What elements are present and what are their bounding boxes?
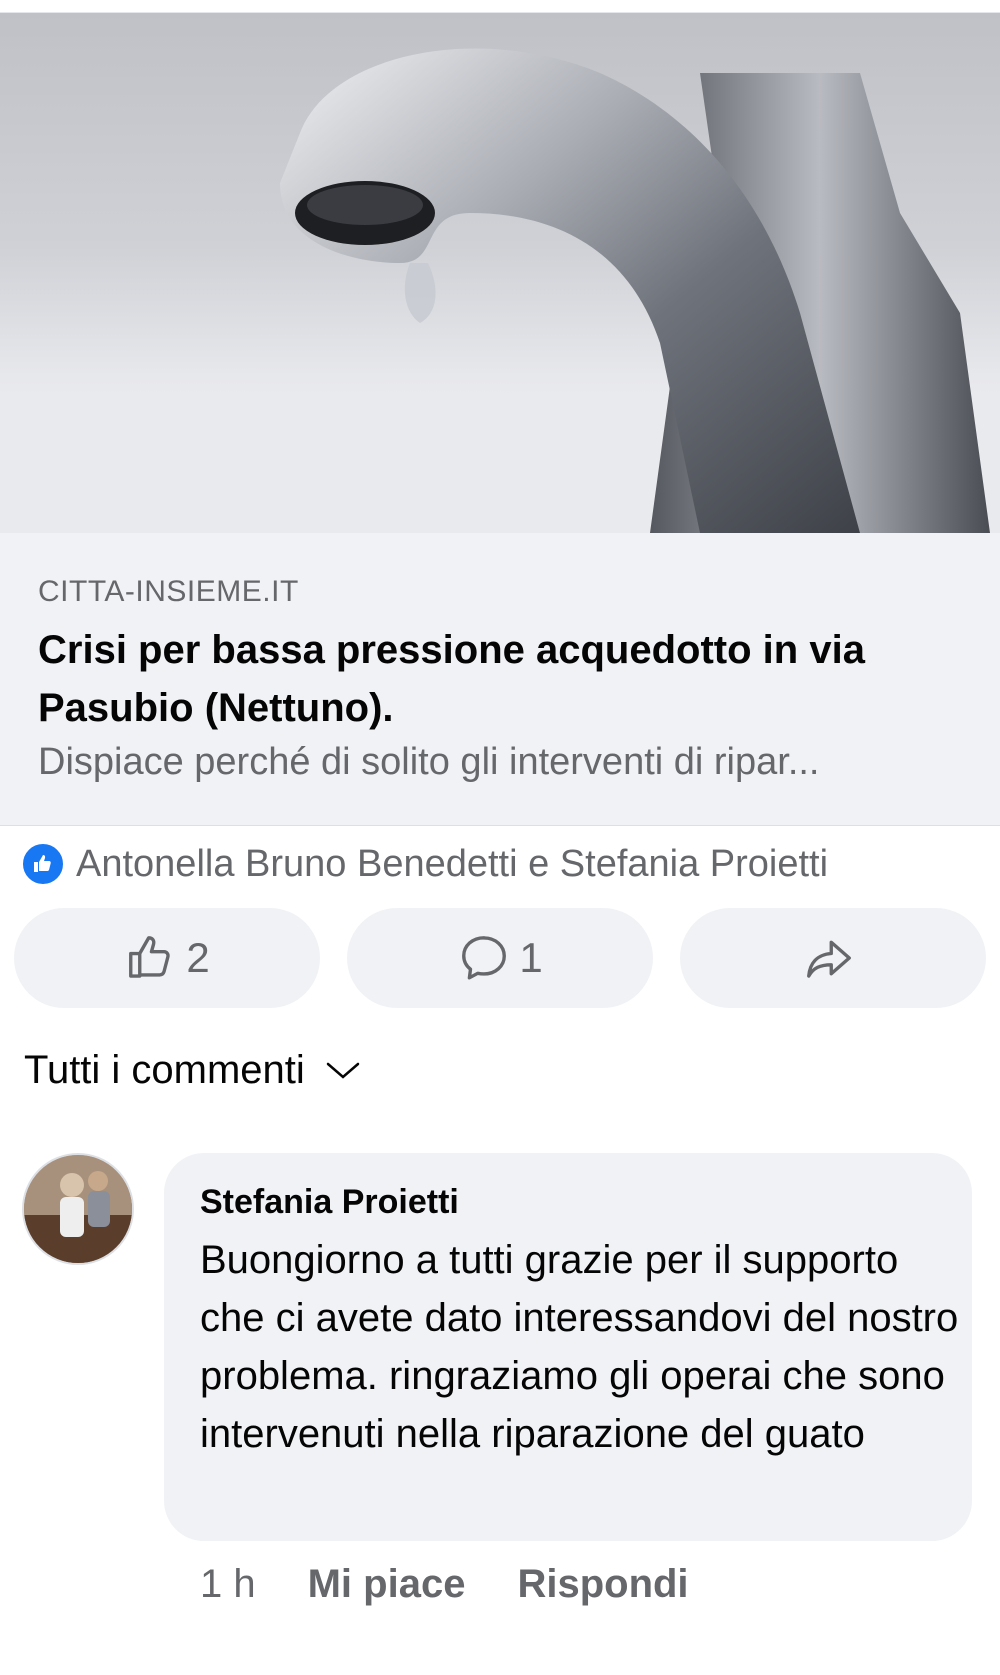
reactions-summary[interactable]: Antonella Bruno Benedetti e Stefania Pro… bbox=[20, 838, 828, 890]
comment-like-button[interactable]: Mi piace bbox=[308, 1562, 466, 1607]
comments-filter-dropdown[interactable]: Tutti i commenti bbox=[24, 1048, 361, 1093]
faucet-illustration bbox=[0, 48, 1000, 533]
comment-reply-button[interactable]: Rispondi bbox=[517, 1562, 688, 1607]
thumbs-up-icon bbox=[129, 936, 171, 978]
comments-filter-label: Tutti i commenti bbox=[24, 1048, 305, 1092]
comment-icon bbox=[462, 936, 507, 980]
link-title: Crisi per bassa pressione acquedotto in … bbox=[38, 628, 865, 730]
comment-time[interactable]: 1 h bbox=[200, 1562, 256, 1607]
comment-bubble[interactable]: Stefania Proietti Buongiorno a tutti gra… bbox=[164, 1153, 972, 1541]
avatar[interactable] bbox=[22, 1153, 134, 1265]
chevron-down-icon bbox=[326, 1062, 360, 1079]
like-count: 2 bbox=[186, 934, 210, 981]
avatar-photo bbox=[24, 1155, 132, 1263]
reactors-names: Antonella Bruno Benedetti e Stefania Pro… bbox=[76, 842, 829, 885]
top-divider bbox=[0, 0, 1000, 13]
like-button[interactable]: 2 bbox=[14, 908, 320, 1008]
comment-author[interactable]: Stefania Proietti bbox=[200, 1183, 459, 1222]
post-actions: 2 1 bbox=[14, 908, 986, 1008]
share-button[interactable] bbox=[680, 908, 986, 1008]
like-badge-icon bbox=[20, 841, 66, 887]
comment-text: Buongiorno a tutti grazie per il support… bbox=[200, 1238, 959, 1456]
link-preview-card[interactable]: CITTA-INSIEME.IT Crisi per bassa pressio… bbox=[0, 533, 1000, 826]
comment-meta: 1 h Mi piace Rispondi bbox=[200, 1562, 741, 1607]
comment-button[interactable]: 1 bbox=[347, 908, 653, 1008]
link-description: Dispiace perché di solito gli interventi… bbox=[38, 741, 820, 783]
link-preview-image[interactable] bbox=[0, 13, 1000, 533]
link-domain: CITTA-INSIEME.IT bbox=[38, 575, 299, 608]
comment-count: 1 bbox=[519, 934, 543, 981]
share-icon bbox=[807, 940, 851, 978]
